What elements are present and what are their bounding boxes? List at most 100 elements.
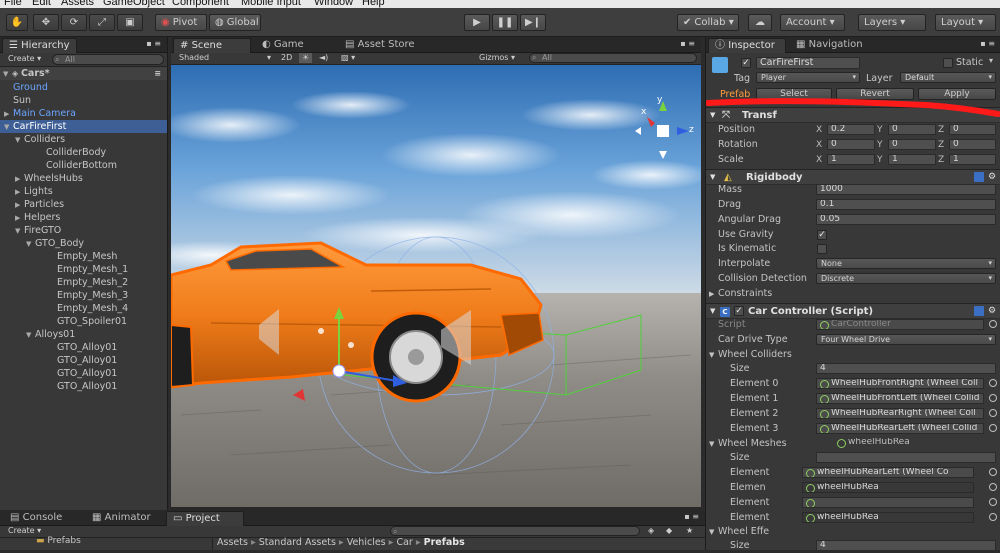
favorite-star-icon[interactable]: ★ — [686, 526, 693, 536]
hierarchy-item[interactable]: ▶ WheelsHubs — [0, 172, 167, 185]
wheel-mesh-field[interactable]: wheelHubRea — [802, 512, 974, 523]
account-dropdown[interactable]: Account ▾ — [780, 14, 845, 31]
move-tool-button[interactable]: ✥ — [33, 14, 59, 31]
rotate-tool-button[interactable]: ⟳ — [61, 14, 87, 31]
play-button[interactable]: ▶ — [464, 14, 490, 31]
collision-detection-dropdown[interactable]: Discrete ▾ — [816, 273, 996, 284]
tab-asset-store[interactable]: ▤ Asset Store — [339, 38, 421, 53]
2d-toggle[interactable]: 2D — [281, 53, 292, 63]
help-icon[interactable] — [974, 172, 984, 182]
car-drive-type-dropdown[interactable]: Four Wheel Drive ▾ — [816, 334, 996, 345]
layer-dropdown[interactable]: Default ▾ — [900, 72, 996, 83]
is-kinematic-checkbox[interactable] — [817, 244, 827, 254]
component-settings-icon[interactable]: ⚙ — [988, 304, 996, 319]
object-picker-icon[interactable] — [989, 498, 997, 506]
gizmos-dropdown[interactable]: Gizmos ▾ — [479, 53, 515, 63]
scene-panel-menu-icon[interactable]: ▪ ≡ — [680, 39, 695, 48]
wheel-meshes-size-field[interactable] — [816, 452, 996, 463]
transform-z-field[interactable]: 0 — [949, 139, 996, 150]
hierarchy-item[interactable]: ▼ GTO_Body — [0, 237, 167, 250]
scene-root-row[interactable]: ▼ ◈ Cars* ≡ — [0, 67, 167, 80]
object-picker-icon[interactable] — [989, 513, 997, 521]
hierarchy-item[interactable]: Empty_Mesh_2 — [0, 276, 167, 289]
object-picker-icon[interactable] — [989, 409, 997, 417]
step-button[interactable]: ▶❙ — [520, 14, 546, 31]
hierarchy-item[interactable]: Ground — [0, 81, 167, 94]
wheel-collider-field[interactable]: WheelHubFrontLeft (Wheel Collid — [816, 393, 984, 404]
inspector-menu-icon[interactable]: ▪ ≡ — [980, 39, 995, 48]
tab-project[interactable]: ▭ Project — [166, 511, 244, 526]
rect-tool-button[interactable]: ▣ — [117, 14, 143, 31]
collapse-arrow-icon[interactable]: ▼ — [709, 437, 714, 451]
hierarchy-item[interactable]: GTO_Alloy01 — [0, 354, 167, 367]
effects-toggle[interactable]: ▨ ▾ — [341, 53, 355, 63]
folder-prefabs-item[interactable]: ▬ Prefabs — [36, 536, 81, 546]
filter-label-icon[interactable]: ◆ — [666, 526, 672, 536]
breadcrumb-item[interactable]: Vehicles — [347, 537, 386, 548]
wheel-collider-field[interactable]: WheelHubRearRight (Wheel Coll — [816, 408, 984, 419]
hierarchy-item[interactable]: Empty_Mesh_3 — [0, 289, 167, 302]
audio-toggle[interactable]: ◄) — [319, 53, 328, 63]
hierarchy-item[interactable]: GTO_Spoiler01 — [0, 315, 167, 328]
static-checkbox[interactable] — [943, 58, 953, 68]
menu-assets[interactable]: Assets — [61, 0, 94, 8]
hierarchy-item[interactable]: ColliderBody — [0, 146, 167, 159]
hierarchy-item[interactable]: Empty_Mesh — [0, 250, 167, 263]
hierarchy-item[interactable]: Empty_Mesh_1 — [0, 263, 167, 276]
object-name-field[interactable]: CarFireFirst — [756, 57, 860, 69]
menu-mobile-input[interactable]: Mobile Input — [241, 0, 301, 8]
wheel-colliders-size-field[interactable]: 4 — [816, 363, 996, 374]
collapse-arrow-icon[interactable]: ▼ — [709, 525, 714, 539]
object-picker-icon[interactable] — [989, 424, 997, 432]
lighting-toggle[interactable]: ☀ — [299, 53, 313, 63]
hierarchy-item[interactable]: ▶ Main Camera — [0, 107, 167, 120]
wheel-effects-row[interactable]: ▼ Wheel Effe — [706, 525, 1000, 539]
active-checkbox[interactable]: ✓ — [741, 58, 751, 68]
static-dropdown-arrow-icon[interactable]: ▾ — [989, 56, 993, 65]
global-toggle[interactable]: ◍ Global — [209, 14, 261, 31]
transform-y-field[interactable]: 0 — [888, 124, 936, 135]
wheel-collider-field[interactable]: WheelHubRearLeft (Wheel Collid — [816, 423, 984, 434]
hierarchy-item[interactable]: ColliderBottom — [0, 159, 167, 172]
project-create-button[interactable]: Create ▾ — [8, 526, 41, 536]
tab-hierarchy[interactable]: ☰ Hierarchy — [2, 38, 77, 53]
hierarchy-item[interactable]: ▶ Particles — [0, 198, 167, 211]
wheel-meshes-row[interactable]: ▼ Wheel Meshes wheelHubRea — [706, 437, 1000, 451]
menu-window[interactable]: Window — [314, 0, 353, 8]
project-panel-menu-icon[interactable]: ▪ ≡ — [684, 512, 699, 521]
filter-type-icon[interactable]: ◈ — [648, 526, 654, 536]
menu-edit[interactable]: Edit — [32, 0, 51, 8]
menu-help[interactable]: Help — [362, 0, 385, 8]
breadcrumb-item[interactable]: Prefabs — [424, 537, 465, 548]
wheel-colliders-row[interactable]: ▼ Wheel Colliders — [706, 348, 1000, 362]
help-icon[interactable] — [974, 306, 984, 316]
hierarchy-item[interactable]: ▶ Lights — [0, 185, 167, 198]
wheel-mesh-field[interactable]: wheelHubRearLeft (Wheel Co — [802, 467, 974, 478]
transform-x-field[interactable]: 0.2 — [827, 124, 875, 135]
car-controller-header[interactable]: ▼ C ✓ Car Controller (Script) ⚙ — [706, 303, 1000, 319]
drag-field[interactable]: 0.1 — [816, 199, 996, 210]
hierarchy-item[interactable]: ▶ Helpers — [0, 211, 167, 224]
pivot-toggle[interactable]: ◉ Pivot — [155, 14, 207, 31]
breadcrumb-item[interactable]: Assets — [217, 537, 248, 548]
tag-dropdown[interactable]: Player ▾ — [756, 72, 860, 83]
tab-game[interactable]: ◐ Game — [256, 38, 310, 53]
tab-console[interactable]: ▤ Console — [4, 511, 68, 526]
transform-x-field[interactable]: 0 — [827, 139, 875, 150]
hierarchy-item[interactable]: ▼ CarFireFirst — [0, 120, 167, 133]
cloud-button[interactable]: ☁ — [748, 14, 772, 31]
breadcrumb-item[interactable]: Standard Assets — [259, 537, 336, 548]
hierarchy-item[interactable]: ▼ Alloys01 — [0, 328, 167, 341]
hierarchy-item[interactable]: GTO_Alloy01 — [0, 380, 167, 393]
mass-field[interactable]: 1000 — [816, 184, 996, 195]
hand-tool-button[interactable]: ✋ — [6, 14, 28, 31]
tab-animator[interactable]: ▦ Animator — [86, 511, 157, 526]
collapse-arrow-icon[interactable]: ▼ — [709, 348, 714, 362]
constraints-row[interactable]: ▶ Constraints — [706, 287, 1000, 301]
collab-dropdown[interactable]: ✔ Collab ▾ — [677, 14, 739, 31]
object-picker-icon[interactable] — [989, 394, 997, 402]
layout-dropdown[interactable]: Layout ▾ — [935, 14, 996, 31]
wheel-mesh-field[interactable]: wheelHubRea — [802, 482, 974, 493]
breadcrumb-item[interactable]: Car — [396, 537, 412, 548]
tab-navigation[interactable]: ▦ Navigation — [790, 38, 869, 53]
